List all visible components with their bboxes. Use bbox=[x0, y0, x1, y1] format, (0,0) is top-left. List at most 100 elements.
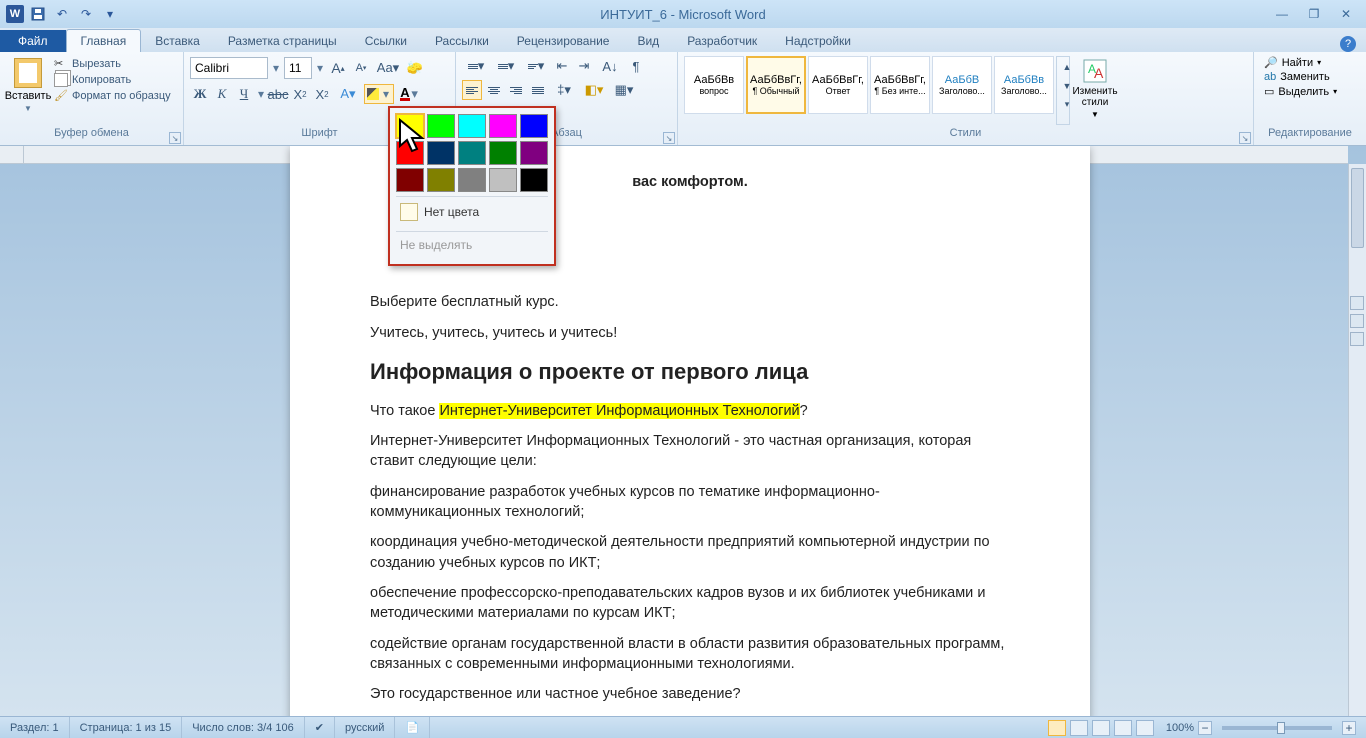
styles-launcher-icon[interactable]: ↘ bbox=[1239, 132, 1251, 144]
status-insert-mode[interactable]: 📄 bbox=[395, 717, 430, 738]
zoom-slider-thumb[interactable] bbox=[1277, 722, 1285, 734]
tab-insert[interactable]: Вставка bbox=[141, 30, 214, 52]
paste-button[interactable]: Вставить ▼ bbox=[6, 54, 50, 127]
sort-button[interactable]: A↓ bbox=[596, 56, 624, 76]
status-page[interactable]: Страница: 1 из 15 bbox=[70, 717, 183, 738]
sidetool-2[interactable] bbox=[1350, 314, 1364, 328]
subscript-button[interactable]: X2 bbox=[290, 84, 310, 104]
font-name-combobox[interactable]: Calibri bbox=[190, 57, 268, 79]
view-web-layout-button[interactable] bbox=[1092, 720, 1110, 736]
close-button[interactable]: ✕ bbox=[1336, 5, 1356, 23]
style-item-normal[interactable]: АаБбВвГг,¶ Обычный bbox=[746, 56, 806, 114]
italic-button[interactable]: К bbox=[212, 84, 232, 104]
replace-button[interactable]: abЗаменить bbox=[1264, 71, 1337, 83]
zoom-level[interactable]: 100% bbox=[1166, 722, 1194, 734]
tab-home[interactable]: Главная bbox=[66, 29, 142, 52]
swatch-gray25[interactable] bbox=[489, 168, 517, 192]
help-icon[interactable]: ? bbox=[1340, 36, 1356, 52]
zoom-slider[interactable] bbox=[1222, 726, 1332, 730]
status-section[interactable]: Раздел: 1 bbox=[0, 717, 70, 738]
tab-file[interactable]: Файл bbox=[0, 30, 66, 52]
multilevel-list-button[interactable]: ▾ bbox=[522, 56, 550, 76]
change-case-button[interactable]: Aa▾ bbox=[374, 58, 402, 78]
font-size-dropdown-icon[interactable]: ▾ bbox=[315, 61, 325, 75]
style-item-nospacing[interactable]: АаБбВвГг,¶ Без инте... bbox=[870, 56, 930, 114]
change-styles-button[interactable]: AA Изменить стили ▼ bbox=[1070, 54, 1120, 127]
text-effects-button[interactable]: A▾ bbox=[334, 84, 362, 104]
scrollbar-thumb[interactable] bbox=[1351, 168, 1364, 248]
align-right-button[interactable] bbox=[506, 80, 526, 100]
minimize-button[interactable]: — bbox=[1272, 5, 1292, 23]
underline-dropdown-icon[interactable]: ▾ bbox=[256, 87, 266, 101]
swatch-red[interactable] bbox=[396, 141, 424, 165]
style-item-heading2[interactable]: АаБбВвЗаголово... bbox=[994, 56, 1054, 114]
paste-dropdown-icon[interactable]: ▼ bbox=[24, 104, 32, 113]
swatch-violet[interactable] bbox=[520, 141, 548, 165]
bold-button[interactable]: Ж bbox=[190, 84, 210, 104]
style-item-heading1[interactable]: АаБбВЗаголово... bbox=[932, 56, 992, 114]
view-outline-button[interactable] bbox=[1114, 720, 1132, 736]
style-item-question[interactable]: АаБбВввопрос bbox=[684, 56, 744, 114]
tab-review[interactable]: Рецензирование bbox=[503, 30, 624, 52]
swatch-darkblue[interactable] bbox=[427, 141, 455, 165]
highlight-color-button[interactable]: ▾ bbox=[364, 84, 394, 104]
redo-icon[interactable]: ↷ bbox=[76, 4, 96, 24]
view-draft-button[interactable] bbox=[1136, 720, 1154, 736]
font-color-dropdown-icon[interactable]: ▾ bbox=[410, 86, 420, 102]
swatch-green[interactable] bbox=[427, 114, 455, 138]
justify-button[interactable] bbox=[528, 80, 548, 100]
highlight-dropdown-icon[interactable]: ▾ bbox=[381, 87, 391, 101]
swatch-teal[interactable] bbox=[458, 141, 486, 165]
sidetool-3[interactable] bbox=[1350, 332, 1364, 346]
view-print-layout-button[interactable] bbox=[1048, 720, 1066, 736]
show-marks-button[interactable]: ¶ bbox=[626, 56, 646, 76]
swatch-turquoise[interactable] bbox=[458, 114, 486, 138]
grow-font-button[interactable]: A▴ bbox=[328, 58, 348, 78]
decrease-indent-button[interactable]: ⇤ bbox=[552, 56, 572, 76]
restore-button[interactable]: ❐ bbox=[1304, 5, 1324, 23]
tab-developer[interactable]: Разработчик bbox=[673, 30, 771, 52]
swatch-pink[interactable] bbox=[489, 114, 517, 138]
select-button[interactable]: ▭Выделить▾ bbox=[1264, 85, 1337, 98]
align-center-button[interactable] bbox=[484, 80, 504, 100]
style-item-answer[interactable]: АаБбВвГг,Ответ bbox=[808, 56, 868, 114]
swatch-darkred[interactable] bbox=[396, 168, 424, 192]
status-spellcheck[interactable]: ✔ bbox=[305, 717, 335, 738]
sidetool-1[interactable] bbox=[1350, 296, 1364, 310]
clipboard-launcher-icon[interactable]: ↘ bbox=[169, 132, 181, 144]
line-spacing-button[interactable]: ‡▾ bbox=[550, 80, 578, 100]
save-icon[interactable] bbox=[28, 4, 48, 24]
shading-button[interactable]: ◧▾ bbox=[580, 80, 608, 100]
strikethrough-button[interactable]: abc bbox=[268, 84, 288, 104]
font-color-button[interactable]: A▾ bbox=[396, 84, 424, 104]
swatch-gray50[interactable] bbox=[458, 168, 486, 192]
cut-button[interactable]: ✂Вырезать bbox=[54, 57, 171, 71]
find-button[interactable]: 🔎Найти▾ bbox=[1264, 56, 1337, 69]
vertical-scrollbar[interactable] bbox=[1348, 164, 1366, 716]
numbering-button[interactable]: ▾ bbox=[492, 56, 520, 76]
font-size-combobox[interactable]: 11 bbox=[284, 57, 312, 79]
font-name-dropdown-icon[interactable]: ▾ bbox=[271, 61, 281, 75]
view-full-screen-button[interactable] bbox=[1070, 720, 1088, 736]
underline-button[interactable]: Ч bbox=[234, 84, 254, 104]
increase-indent-button[interactable]: ⇥ bbox=[574, 56, 594, 76]
borders-button[interactable]: ▦▾ bbox=[610, 80, 638, 100]
shrink-font-button[interactable]: A▾ bbox=[351, 58, 371, 78]
bullets-button[interactable]: ▾ bbox=[462, 56, 490, 76]
tab-view[interactable]: Вид bbox=[623, 30, 673, 52]
paragraph-launcher-icon[interactable]: ↘ bbox=[663, 132, 675, 144]
no-color-option[interactable]: Нет цвета bbox=[396, 196, 548, 227]
tab-references[interactable]: Ссылки bbox=[351, 30, 421, 52]
format-painter-button[interactable]: 🖌Формат по образцу bbox=[54, 89, 171, 103]
tab-addins[interactable]: Надстройки bbox=[771, 30, 865, 52]
qat-customize-icon[interactable]: ▾ bbox=[100, 4, 120, 24]
superscript-button[interactable]: X2 bbox=[312, 84, 332, 104]
status-language[interactable]: русский bbox=[335, 717, 395, 738]
clear-formatting-button[interactable]: 🧽 bbox=[405, 58, 425, 78]
tab-mailings[interactable]: Рассылки bbox=[421, 30, 503, 52]
status-words[interactable]: Число слов: 3/4 106 bbox=[182, 717, 305, 738]
swatch-black[interactable] bbox=[520, 168, 548, 192]
swatch-darkyellow[interactable] bbox=[427, 168, 455, 192]
zoom-in-button[interactable]: + bbox=[1342, 721, 1356, 735]
align-left-button[interactable] bbox=[462, 80, 482, 100]
